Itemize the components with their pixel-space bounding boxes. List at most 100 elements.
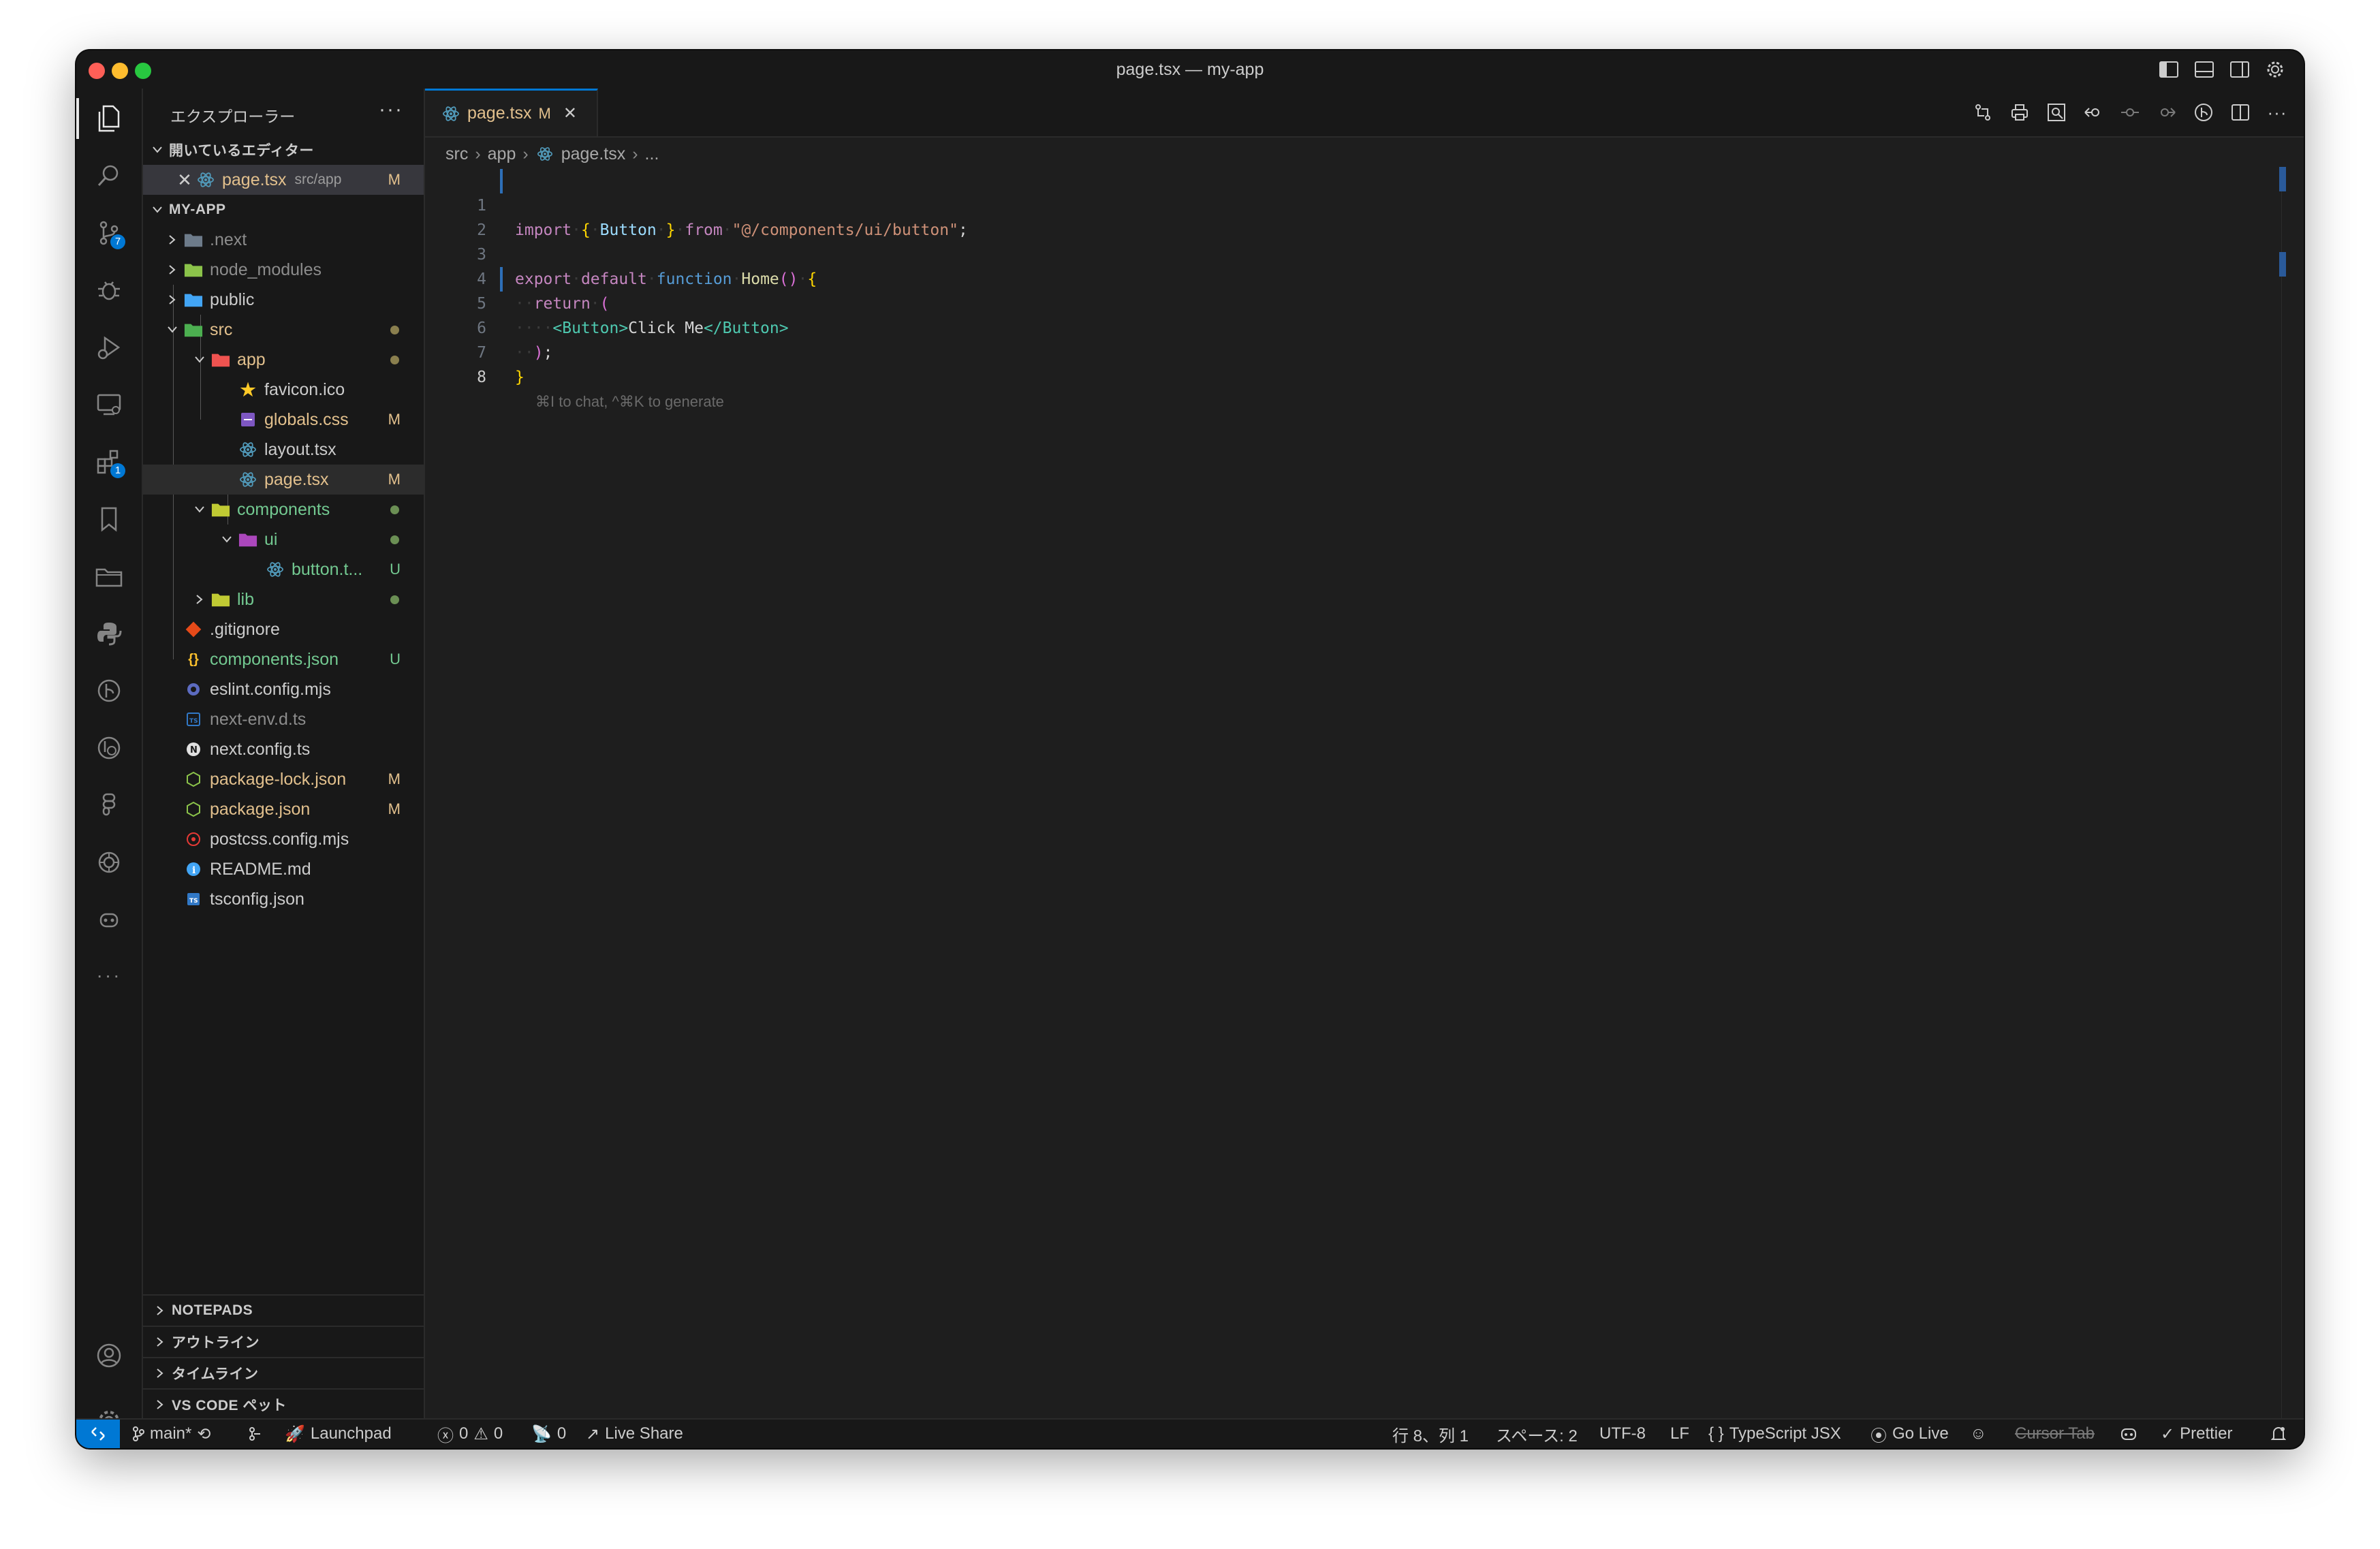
go-live-status[interactable]: ⦿ Go Live — [1870, 1420, 1949, 1448]
accounts-icon[interactable] — [76, 1330, 142, 1381]
cursor-position[interactable]: 行 8、列 1 — [1392, 1420, 1469, 1448]
tree-file-eslint-config[interactable]: eslint.config.mjs — [143, 674, 424, 704]
tree-item-label: components — [237, 499, 330, 519]
tree-folder-components[interactable]: components — [143, 495, 424, 525]
more-actions-icon[interactable]: ··· — [2266, 101, 2289, 124]
breadcrumb-app[interactable]: app — [488, 144, 516, 164]
section-vscode-pets[interactable]: VS CODE ペット — [143, 1388, 424, 1420]
tree-file-button-tsx[interactable]: button.t... U — [143, 554, 424, 584]
extensions-icon[interactable]: 1 — [76, 436, 142, 488]
remote-indicator-icon[interactable] — [76, 1420, 120, 1448]
folder-open-icon — [211, 350, 230, 369]
open-preview-icon[interactable] — [2045, 101, 2068, 124]
prettier-status[interactable]: ✓ Prettier — [2161, 1420, 2232, 1448]
toggle-primary-sidebar-icon[interactable] — [2158, 59, 2180, 80]
run-and-debug-icon[interactable] — [76, 322, 142, 373]
tree-file-package-json[interactable]: package.json M — [143, 794, 424, 824]
tab-page-tsx[interactable]: page.tsx M ✕ — [425, 89, 598, 136]
prettier-label: Prettier — [2180, 1424, 2233, 1443]
tree-file-postcss-config[interactable]: postcss.config.mjs — [143, 824, 424, 854]
ports-status[interactable]: 📡 0 — [531, 1420, 566, 1448]
tree-folder-app[interactable]: app — [143, 345, 424, 375]
settings-gear-icon[interactable] — [2264, 59, 2286, 80]
svg-text:TS: TS — [189, 718, 198, 725]
print-icon[interactable] — [2008, 101, 2031, 124]
section-timeline[interactable]: タイムライン — [143, 1357, 424, 1388]
tree-folder-next[interactable]: .next — [143, 225, 424, 255]
tree-file-package-lock[interactable]: package-lock.json M — [143, 764, 424, 794]
gitlens-blame-icon[interactable] — [2192, 101, 2215, 124]
open-editor-item[interactable]: ✕ page.tsx src/app M — [143, 165, 424, 195]
python-icon[interactable] — [76, 608, 142, 659]
explorer-more-actions[interactable]: ··· — [379, 98, 403, 121]
close-tab-icon[interactable]: ✕ — [563, 104, 577, 123]
tree-file-gitignore[interactable]: .gitignore — [143, 614, 424, 644]
tree-file-next-env[interactable]: TS next-env.d.ts — [143, 704, 424, 734]
tree-folder-ui[interactable]: ui — [143, 525, 424, 554]
launchpad-status[interactable]: 🚀 Launchpad — [285, 1420, 392, 1448]
bookmark-icon[interactable] — [76, 493, 142, 545]
live-share-status[interactable]: ↗ Live Share — [586, 1420, 683, 1448]
feedback-icon[interactable]: ☺ — [1970, 1420, 1987, 1448]
minimap-change-marker — [2279, 167, 2286, 191]
source-control-icon[interactable]: 7 — [76, 207, 142, 259]
tree-file-page-tsx[interactable]: page.tsx M — [143, 465, 424, 495]
tree-file-components-json[interactable]: {} components.json U — [143, 644, 424, 674]
gitlens-inspect-icon[interactable] — [76, 722, 142, 774]
split-editor-icon[interactable] — [2229, 101, 2252, 124]
problems-status[interactable]: ⓧ 0 ⚠ 0 — [437, 1420, 503, 1448]
language-status[interactable]: { } TypeScript JSX — [1708, 1420, 1841, 1448]
toggle-panel-icon[interactable] — [2193, 59, 2215, 80]
debug-bug-icon[interactable] — [76, 264, 142, 316]
toggle-secondary-sidebar-icon[interactable] — [2229, 59, 2251, 80]
chatgpt-icon[interactable] — [76, 836, 142, 888]
tree-file-readme[interactable]: i README.md — [143, 854, 424, 884]
tree-file-layout-tsx[interactable]: layout.tsx — [143, 435, 424, 465]
editor-scrollbar[interactable] — [2281, 169, 2304, 1420]
react-file-icon — [238, 440, 257, 459]
commit-icon[interactable] — [2118, 101, 2142, 124]
tree-file-tsconfig[interactable]: TS tsconfig.json — [143, 884, 424, 914]
sync-icon[interactable]: ⟲ — [197, 1424, 210, 1444]
section-outline[interactable]: アウトライン — [143, 1326, 424, 1357]
section-notepads[interactable]: NOTEPADS — [143, 1294, 424, 1326]
copilot-icon[interactable] — [76, 894, 142, 945]
warning-icon: ⚠ — [473, 1424, 488, 1443]
gitlens-icon[interactable] — [76, 665, 142, 717]
encoding-status[interactable]: UTF-8 — [1599, 1420, 1646, 1448]
error-icon: ⓧ — [437, 1426, 454, 1445]
more-views-icon[interactable]: ··· — [76, 950, 142, 1001]
git-status-badge: U — [390, 561, 401, 578]
tree-folder-lib[interactable]: lib — [143, 584, 424, 614]
breadcrumb-symbols[interactable]: ... — [645, 144, 659, 164]
remote-explorer-icon[interactable] — [76, 379, 142, 431]
close-editor-icon[interactable]: ✕ — [177, 170, 192, 190]
copilot-status-icon[interactable] — [2120, 1420, 2138, 1448]
folder-icon — [211, 590, 230, 609]
next-change-icon[interactable] — [2155, 101, 2178, 124]
tree-folder-src[interactable]: src — [143, 315, 424, 345]
tree-folder-public[interactable]: public — [143, 285, 424, 315]
notifications-bell-icon[interactable] — [2271, 1420, 2286, 1448]
previous-change-icon[interactable] — [2082, 101, 2105, 124]
search-icon[interactable] — [76, 150, 142, 202]
tree-file-favicon[interactable]: ★ favicon.ico — [143, 375, 424, 405]
breadcrumb-src[interactable]: src — [445, 144, 468, 164]
gitlens-status-icon[interactable] — [247, 1420, 263, 1448]
explorer-icon[interactable] — [76, 93, 142, 144]
tree-folder-node-modules[interactable]: node_modules — [143, 255, 424, 285]
tree-file-globals-css[interactable]: globals.css M — [143, 405, 424, 435]
open-editors-title: 開いているエディター — [169, 143, 314, 159]
code-editor[interactable]: 1 import·{·Button·}·from·"@/components/u… — [425, 169, 2276, 410]
project-root-header[interactable]: MY-APP — [143, 195, 424, 225]
cursor-tab-status[interactable]: Cursor Tab — [2015, 1420, 2095, 1448]
indentation-status[interactable]: スペース: 2 — [1496, 1420, 1578, 1448]
compare-changes-icon[interactable] — [1971, 101, 1994, 124]
tree-file-next-config[interactable]: N next.config.ts — [143, 734, 424, 764]
breadcrumb-file[interactable]: page.tsx — [561, 144, 626, 164]
open-editors-header[interactable]: 開いているエディター — [143, 135, 424, 165]
eol-status[interactable]: LF — [1670, 1420, 1689, 1448]
branch-status[interactable]: main* ⟲ — [132, 1420, 210, 1448]
project-manager-folder-icon[interactable] — [76, 550, 142, 602]
figma-icon[interactable] — [76, 779, 142, 831]
